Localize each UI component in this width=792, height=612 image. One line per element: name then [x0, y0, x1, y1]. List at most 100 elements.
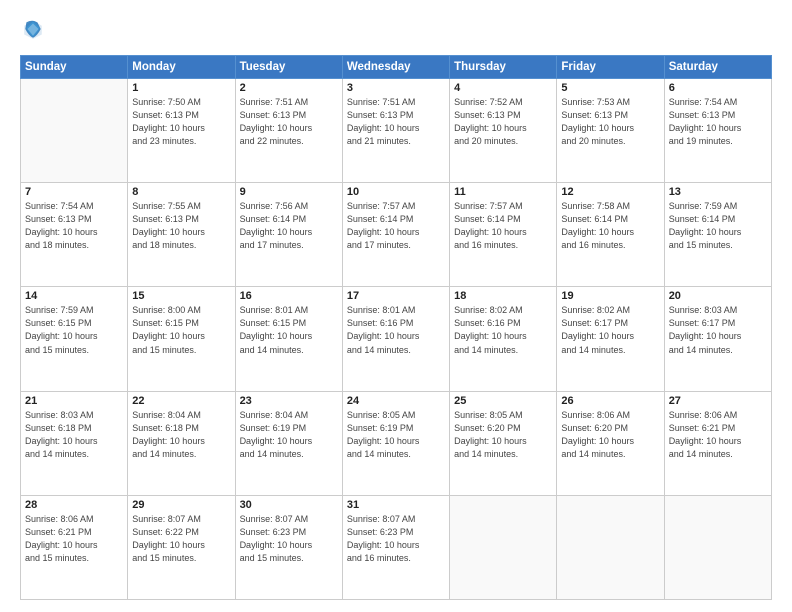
day-cell: 25 Sunrise: 8:05 AM Sunset: 6:20 PM Dayli…	[450, 391, 557, 495]
day-info: Sunrise: 7:53 AM Sunset: 6:13 PM Dayligh…	[561, 96, 659, 148]
weekday-header-sunday: Sunday	[21, 56, 128, 79]
day-cell: 20 Sunrise: 8:03 AM Sunset: 6:17 PM Dayli…	[664, 287, 771, 391]
day-cell: 10 Sunrise: 7:57 AM Sunset: 6:14 PM Dayli…	[342, 183, 449, 287]
day-number: 13	[669, 186, 767, 198]
day-number: 8	[132, 186, 230, 198]
day-cell: 18 Sunrise: 8:02 AM Sunset: 6:16 PM Dayli…	[450, 287, 557, 391]
day-info: Sunrise: 8:07 AM Sunset: 6:23 PM Dayligh…	[347, 513, 445, 565]
day-info: Sunrise: 7:56 AM Sunset: 6:14 PM Dayligh…	[240, 200, 338, 252]
day-info: Sunrise: 8:07 AM Sunset: 6:23 PM Dayligh…	[240, 513, 338, 565]
day-cell	[557, 495, 664, 599]
day-info: Sunrise: 8:05 AM Sunset: 6:20 PM Dayligh…	[454, 409, 552, 461]
weekday-header-monday: Monday	[128, 56, 235, 79]
logo	[20, 18, 48, 45]
logo-icon	[22, 18, 44, 40]
day-number: 12	[561, 186, 659, 198]
day-number: 30	[240, 499, 338, 511]
day-info: Sunrise: 7:57 AM Sunset: 6:14 PM Dayligh…	[454, 200, 552, 252]
day-number: 6	[669, 82, 767, 94]
day-info: Sunrise: 8:07 AM Sunset: 6:22 PM Dayligh…	[132, 513, 230, 565]
day-info: Sunrise: 7:54 AM Sunset: 6:13 PM Dayligh…	[25, 200, 123, 252]
day-number: 21	[25, 395, 123, 407]
day-cell: 13Sunrise: 7:59 AM Sunset: 6:14 PM Dayli…	[664, 183, 771, 287]
day-cell: 4 Sunrise: 7:52 AM Sunset: 6:13 PM Daylig…	[450, 79, 557, 183]
weekday-header-friday: Friday	[557, 56, 664, 79]
day-number: 1	[132, 82, 230, 94]
day-number: 25	[454, 395, 552, 407]
day-number: 2	[240, 82, 338, 94]
day-cell: 15Sunrise: 8:00 AM Sunset: 6:15 PM Dayli…	[128, 287, 235, 391]
day-info: Sunrise: 8:05 AM Sunset: 6:19 PM Dayligh…	[347, 409, 445, 461]
day-info: Sunrise: 8:06 AM Sunset: 6:21 PM Dayligh…	[669, 409, 767, 461]
day-number: 4	[454, 82, 552, 94]
day-cell: 5 Sunrise: 7:53 AM Sunset: 6:13 PM Daylig…	[557, 79, 664, 183]
day-cell: 17Sunrise: 8:01 AM Sunset: 6:16 PM Dayli…	[342, 287, 449, 391]
day-number: 24	[347, 395, 445, 407]
day-number: 11	[454, 186, 552, 198]
day-number: 26	[561, 395, 659, 407]
day-cell: 2 Sunrise: 7:51 AM Sunset: 6:13 PM Daylig…	[235, 79, 342, 183]
day-number: 19	[561, 290, 659, 302]
day-cell	[664, 495, 771, 599]
day-cell: 11 Sunrise: 7:57 AM Sunset: 6:14 PM Dayli…	[450, 183, 557, 287]
day-info: Sunrise: 7:51 AM Sunset: 6:13 PM Dayligh…	[347, 96, 445, 148]
week-row-2: 7 Sunrise: 7:54 AM Sunset: 6:13 PM Daylig…	[21, 183, 772, 287]
day-cell: 3Sunrise: 7:51 AM Sunset: 6:13 PM Daylig…	[342, 79, 449, 183]
day-cell: 12 Sunrise: 7:58 AM Sunset: 6:14 PM Dayli…	[557, 183, 664, 287]
day-cell: 24 Sunrise: 8:05 AM Sunset: 6:19 PM Dayli…	[342, 391, 449, 495]
weekday-header-saturday: Saturday	[664, 56, 771, 79]
day-cell: 29 Sunrise: 8:07 AM Sunset: 6:22 PM Dayli…	[128, 495, 235, 599]
day-cell	[21, 79, 128, 183]
day-info: Sunrise: 8:03 AM Sunset: 6:17 PM Dayligh…	[669, 304, 767, 356]
day-cell: 27Sunrise: 8:06 AM Sunset: 6:21 PM Dayli…	[664, 391, 771, 495]
day-number: 5	[561, 82, 659, 94]
day-info: Sunrise: 8:04 AM Sunset: 6:19 PM Dayligh…	[240, 409, 338, 461]
day-cell: 30 Sunrise: 8:07 AM Sunset: 6:23 PM Dayli…	[235, 495, 342, 599]
day-info: Sunrise: 8:04 AM Sunset: 6:18 PM Dayligh…	[132, 409, 230, 461]
day-info: Sunrise: 8:02 AM Sunset: 6:17 PM Dayligh…	[561, 304, 659, 356]
day-number: 7	[25, 186, 123, 198]
day-info: Sunrise: 8:03 AM Sunset: 6:18 PM Dayligh…	[25, 409, 123, 461]
day-info: Sunrise: 7:54 AM Sunset: 6:13 PM Dayligh…	[669, 96, 767, 148]
week-row-3: 14 Sunrise: 7:59 AM Sunset: 6:15 PM Dayli…	[21, 287, 772, 391]
header	[20, 18, 772, 45]
day-info: Sunrise: 7:59 AM Sunset: 6:15 PM Dayligh…	[25, 304, 123, 356]
day-info: Sunrise: 8:06 AM Sunset: 6:20 PM Dayligh…	[561, 409, 659, 461]
day-info: Sunrise: 7:58 AM Sunset: 6:14 PM Dayligh…	[561, 200, 659, 252]
weekday-header-row: SundayMondayTuesdayWednesdayThursdayFrid…	[21, 56, 772, 79]
day-info: Sunrise: 7:57 AM Sunset: 6:14 PM Dayligh…	[347, 200, 445, 252]
day-info: Sunrise: 7:52 AM Sunset: 6:13 PM Dayligh…	[454, 96, 552, 148]
calendar: SundayMondayTuesdayWednesdayThursdayFrid…	[20, 55, 772, 600]
day-number: 29	[132, 499, 230, 511]
day-cell: 22Sunrise: 8:04 AM Sunset: 6:18 PM Dayli…	[128, 391, 235, 495]
day-info: Sunrise: 7:55 AM Sunset: 6:13 PM Dayligh…	[132, 200, 230, 252]
weekday-header-tuesday: Tuesday	[235, 56, 342, 79]
day-number: 23	[240, 395, 338, 407]
day-cell: 1 Sunrise: 7:50 AM Sunset: 6:13 PM Daylig…	[128, 79, 235, 183]
week-row-5: 28 Sunrise: 8:06 AM Sunset: 6:21 PM Dayli…	[21, 495, 772, 599]
day-cell: 19 Sunrise: 8:02 AM Sunset: 6:17 PM Dayli…	[557, 287, 664, 391]
day-cell: 31 Sunrise: 8:07 AM Sunset: 6:23 PM Dayli…	[342, 495, 449, 599]
day-number: 10	[347, 186, 445, 198]
day-info: Sunrise: 7:51 AM Sunset: 6:13 PM Dayligh…	[240, 96, 338, 148]
day-info: Sunrise: 7:50 AM Sunset: 6:13 PM Dayligh…	[132, 96, 230, 148]
day-info: Sunrise: 8:01 AM Sunset: 6:15 PM Dayligh…	[240, 304, 338, 356]
day-number: 17	[347, 290, 445, 302]
day-number: 28	[25, 499, 123, 511]
day-number: 20	[669, 290, 767, 302]
day-cell: 6 Sunrise: 7:54 AM Sunset: 6:13 PM Daylig…	[664, 79, 771, 183]
day-cell: 7 Sunrise: 7:54 AM Sunset: 6:13 PM Daylig…	[21, 183, 128, 287]
day-cell: 21 Sunrise: 8:03 AM Sunset: 6:18 PM Dayli…	[21, 391, 128, 495]
day-cell: 8 Sunrise: 7:55 AM Sunset: 6:13 PM Daylig…	[128, 183, 235, 287]
day-info: Sunrise: 8:00 AM Sunset: 6:15 PM Dayligh…	[132, 304, 230, 356]
weekday-header-wednesday: Wednesday	[342, 56, 449, 79]
day-info: Sunrise: 8:02 AM Sunset: 6:16 PM Dayligh…	[454, 304, 552, 356]
day-cell: 26 Sunrise: 8:06 AM Sunset: 6:20 PM Dayli…	[557, 391, 664, 495]
day-number: 18	[454, 290, 552, 302]
day-number: 14	[25, 290, 123, 302]
day-cell: 9Sunrise: 7:56 AM Sunset: 6:14 PM Daylig…	[235, 183, 342, 287]
day-cell: 28 Sunrise: 8:06 AM Sunset: 6:21 PM Dayli…	[21, 495, 128, 599]
day-info: Sunrise: 8:06 AM Sunset: 6:21 PM Dayligh…	[25, 513, 123, 565]
day-cell	[450, 495, 557, 599]
day-number: 31	[347, 499, 445, 511]
